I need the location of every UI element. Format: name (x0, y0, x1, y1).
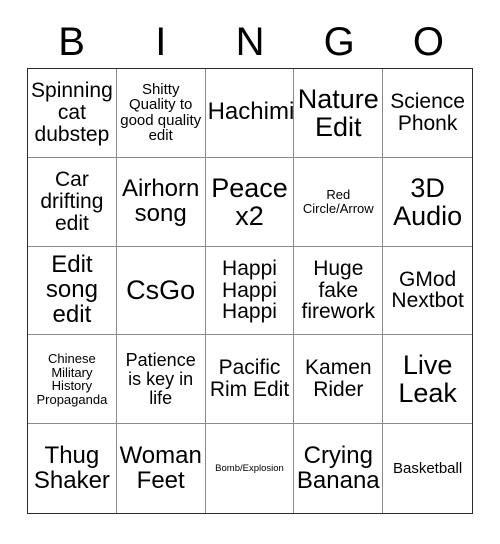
bingo-cell-label: Huge fake firework (301, 256, 376, 324)
bingo-cell-label: Thug Shaker (33, 441, 110, 494)
bingo-cell-label: Nature Edit (297, 83, 379, 142)
bingo-cell-label: GMod Nextbot (391, 267, 464, 313)
bingo-cell[interactable]: Chinese Military History Propaganda (28, 335, 117, 425)
bingo-cell[interactable]: Bomb/Explosion (205, 424, 295, 513)
bingo-header-letter-i: I (155, 20, 167, 64)
bingo-cell-label: 3D Audio (393, 172, 463, 231)
bingo-cell-label: Hachimi (207, 98, 295, 126)
bingo-cell-label: Science Phonk (390, 90, 465, 135)
bingo-cell[interactable]: Happi Happi Happi (205, 246, 295, 336)
bingo-cell[interactable]: Huge fake firework (294, 246, 384, 336)
bingo-cell[interactable]: GMod Nextbot (383, 246, 472, 336)
bingo-cell-label: Peace x2 (211, 172, 288, 231)
bingo-header-row: BINGO (27, 16, 473, 68)
bingo-cell[interactable]: Science Phonk (383, 69, 472, 158)
bingo-cell-label: Red Circle/Arrow (302, 187, 374, 216)
bingo-cell[interactable]: 3D Audio (383, 157, 472, 247)
bingo-cell-label: Airhorn song (122, 174, 200, 227)
bingo-cell[interactable]: Spinning cat dubstep (28, 69, 117, 158)
bingo-cell-label: CsGo (126, 275, 196, 306)
bingo-header-letter-n: N (235, 20, 265, 64)
bingo-cell[interactable]: Thug Shaker (28, 424, 117, 513)
bingo-cell[interactable]: Kamen Rider (294, 335, 384, 425)
bingo-cell[interactable]: Live Leak (383, 335, 472, 425)
bingo-cell-label: Kamen Rider (305, 356, 372, 402)
bingo-cell-label: Bomb/Explosion (215, 462, 284, 474)
bingo-cell[interactable]: Woman Feet (116, 424, 206, 513)
bingo-cell[interactable]: Crying Banana (294, 424, 384, 513)
bingo-header-letter-b: B (58, 20, 85, 64)
bingo-cell[interactable]: Peace x2 (205, 157, 295, 247)
bingo-cell[interactable]: Edit song edit (28, 246, 117, 336)
bingo-cell-label: Patience is key in life (125, 350, 196, 408)
bingo-cell-label: Pacific Rim Edit (209, 356, 290, 402)
bingo-cell[interactable]: Patience is key in life (116, 335, 206, 425)
bingo-cell-label: Spinning cat dubstep (31, 79, 113, 146)
bingo-cell[interactable]: Shitty Quality to good quality edit (116, 69, 206, 158)
bingo-cell-label: Car drifting edit (40, 167, 104, 235)
bingo-grid: Spinning cat dubstep Shitty Quality to go… (27, 68, 473, 514)
bingo-cell-label: Chinese Military History Propaganda (36, 351, 108, 407)
bingo-cell-label: Crying Banana (296, 441, 380, 494)
bingo-cell[interactable]: CsGo (116, 246, 206, 336)
bingo-cell[interactable]: Nature Edit (294, 69, 384, 158)
bingo-cell[interactable]: Airhorn song (116, 157, 206, 247)
bingo-card: B I N G O Spinning cat dubstep Shitty Quality… (0, 0, 500, 544)
bingo-cell-label: Happi Happi Happi (222, 256, 277, 324)
bingo-cell[interactable]: Car drifting edit (28, 157, 117, 247)
bingo-header-letter-g: G (323, 20, 355, 64)
bingo-cell-label: Basketball (392, 459, 463, 477)
bingo-cell[interactable]: Basketball (383, 424, 472, 513)
bingo-header-letter-o: O (412, 20, 444, 64)
bingo-cell-label: Woman Feet (119, 441, 202, 494)
bingo-cell[interactable]: Pacific Rim Edit (205, 335, 295, 425)
bingo-cell-label: Live Leak (398, 350, 457, 409)
bingo-cell-label: Shitty Quality to good quality edit (120, 80, 202, 145)
bingo-cell[interactable]: Hachimi (205, 69, 295, 158)
bingo-cell[interactable]: Red Circle/Arrow (294, 157, 384, 247)
bingo-cell-label: Edit song edit (45, 251, 98, 328)
